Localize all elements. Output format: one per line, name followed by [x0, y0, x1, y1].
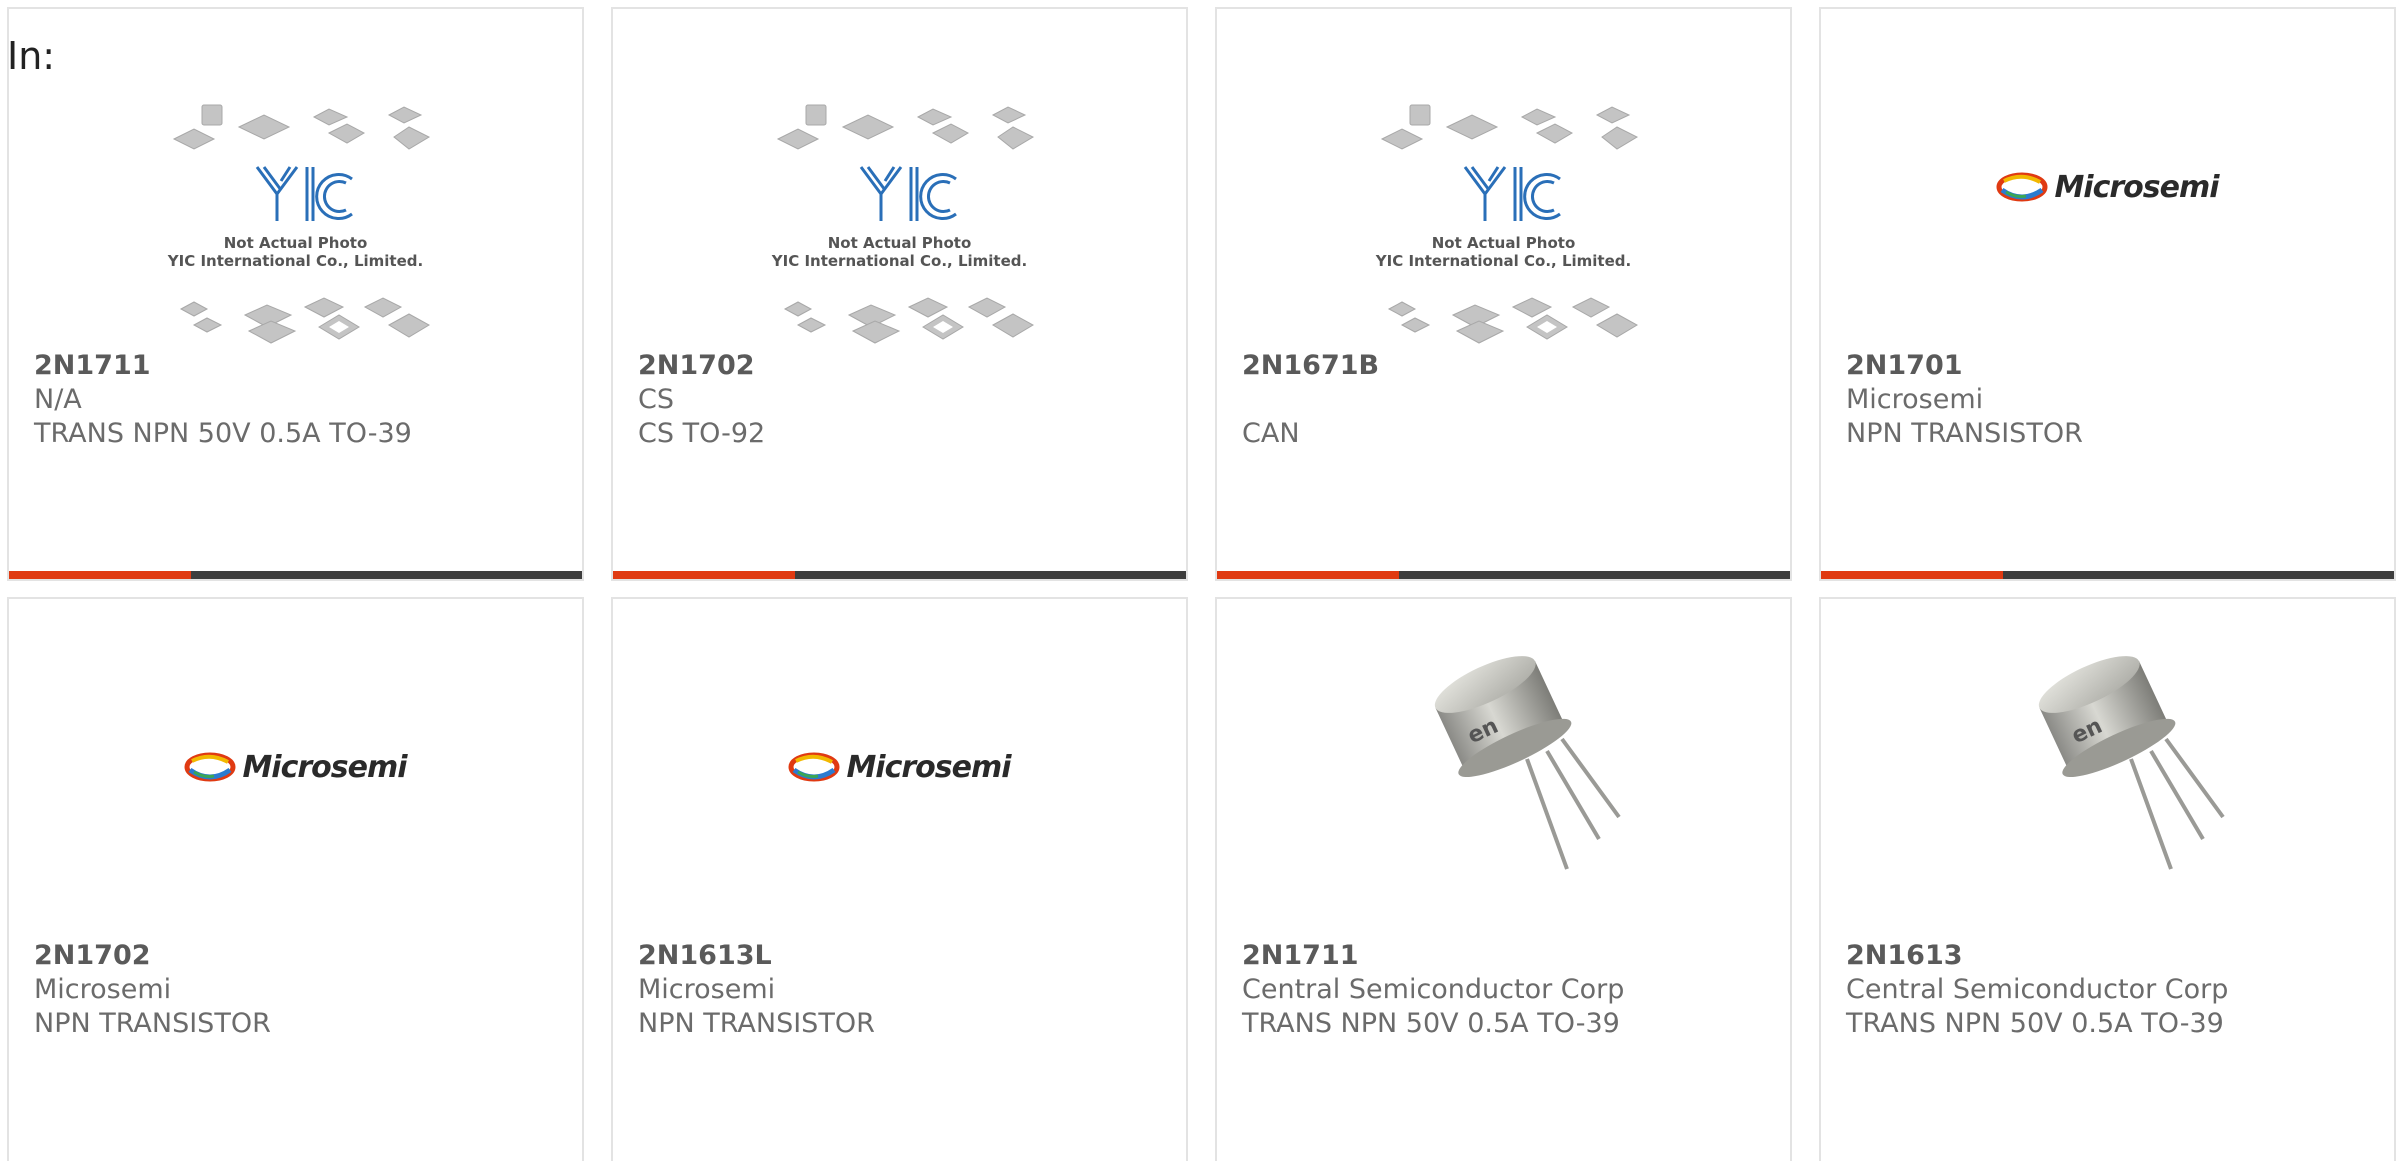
microsemi-swirl-icon [788, 752, 840, 782]
product-manufacturer [1242, 383, 1770, 417]
product-manufacturer: Central Semiconductor Corp [1846, 974, 2229, 1005]
placeholder-caption-line2: YIC International Co., Limited. [771, 252, 1028, 270]
microsemi-wordmark: Microsemi [846, 749, 1011, 785]
product-card[interactable]: en 2N1613 Central Semiconductor Corp TRA… [1819, 597, 2396, 1161]
product-manufacturer: N/A [34, 384, 82, 415]
product-image[interactable]: en [1821, 599, 2394, 939]
product-image[interactable]: Not Actual Photo YIC International Co., … [9, 9, 582, 349]
card-footer-bar [1217, 571, 1790, 579]
placeholder-caption-line1: Not Actual Photo [827, 234, 972, 252]
product-image[interactable]: Not Actual Photo YIC International Co., … [613, 9, 1186, 349]
product-description: CAN [1242, 418, 1300, 449]
placeholder-caption-line1: Not Actual Photo [223, 234, 368, 252]
to39-transistor-icon: en [1434, 656, 1621, 870]
product-description: TRANS NPN 50V 0.5A TO-39 [1846, 1008, 2224, 1039]
product-image[interactable]: en [1217, 599, 1790, 939]
product-image[interactable]: Not Actual Photo YIC International Co., … [1217, 9, 1790, 349]
product-part-number[interactable]: 2N1702 [638, 349, 1166, 383]
product-description: NPN TRANSISTOR [34, 1008, 271, 1039]
card-footer-accent [1821, 571, 2003, 579]
yic-placeholder-icon [776, 104, 1035, 344]
to39-transistor-icon: en [2038, 656, 2225, 870]
product-manufacturer: Microsemi [638, 974, 776, 1005]
placeholder-caption-line1: Not Actual Photo [1431, 234, 1576, 252]
microsemi-wordmark: Microsemi [242, 749, 407, 785]
product-part-number[interactable]: 2N1711 [34, 349, 562, 383]
product-manufacturer: CS [638, 384, 674, 415]
product-card[interactable]: en 2N1711 Central Semiconductor Corp TRA… [1215, 597, 1792, 1161]
product-image[interactable]: Microsemi [1821, 9, 2394, 349]
product-manufacturer: Central Semiconductor Corp [1242, 974, 1625, 1005]
microsemi-logo: Microsemi [613, 742, 1186, 792]
product-image[interactable]: Microsemi [613, 599, 1186, 939]
card-footer-accent [613, 571, 795, 579]
microsemi-logo: Microsemi [9, 742, 582, 792]
product-card[interactable]: Microsemi 2N1701 Microsemi NPN TRANSISTO… [1819, 7, 2396, 581]
card-footer-bar [1821, 571, 2394, 579]
product-part-number[interactable]: 2N1701 [1846, 349, 2374, 383]
product-card[interactable]: Not Actual Photo YIC International Co., … [611, 7, 1188, 581]
product-part-number[interactable]: 2N1671B [1242, 349, 1770, 383]
product-part-number[interactable]: 2N1702 [34, 939, 562, 973]
placeholder-caption-line2: YIC International Co., Limited. [1375, 252, 1632, 270]
product-manufacturer: Microsemi [34, 974, 172, 1005]
yic-placeholder-icon [1380, 104, 1639, 344]
card-footer-accent [1217, 571, 1399, 579]
filter-label: In: [7, 34, 56, 78]
placeholder-caption-line2: YIC International Co., Limited. [167, 252, 424, 270]
yic-placeholder-icon [172, 104, 431, 344]
card-footer-bar [613, 571, 1186, 579]
card-footer-accent [9, 571, 191, 579]
product-card[interactable]: Not Actual Photo YIC International Co., … [7, 7, 584, 581]
product-image[interactable]: Microsemi [9, 599, 582, 939]
product-card[interactable]: Microsemi 2N1613L Microsemi NPN TRANSIST… [611, 597, 1188, 1161]
product-part-number[interactable]: 2N1613L [638, 939, 1166, 973]
product-manufacturer: Microsemi [1846, 384, 1984, 415]
card-footer-bar [9, 571, 582, 579]
product-description: CS TO-92 [638, 418, 766, 449]
product-part-number[interactable]: 2N1613 [1846, 939, 2374, 973]
microsemi-logo: Microsemi [1821, 162, 2394, 212]
product-description: TRANS NPN 50V 0.5A TO-39 [34, 418, 412, 449]
microsemi-swirl-icon [184, 752, 236, 782]
microsemi-swirl-icon [1996, 172, 2048, 202]
product-description: NPN TRANSISTOR [1846, 418, 2083, 449]
product-description: TRANS NPN 50V 0.5A TO-39 [1242, 1008, 1620, 1039]
product-part-number[interactable]: 2N1711 [1242, 939, 1770, 973]
product-card[interactable]: Microsemi 2N1702 Microsemi NPN TRANSISTO… [7, 597, 584, 1161]
product-description: NPN TRANSISTOR [638, 1008, 875, 1039]
microsemi-wordmark: Microsemi [2054, 169, 2219, 205]
product-grid-page: In: Not Actual Photo YIC International C… [0, 0, 2400, 1161]
product-card[interactable]: Not Actual Photo YIC International Co., … [1215, 7, 1792, 581]
